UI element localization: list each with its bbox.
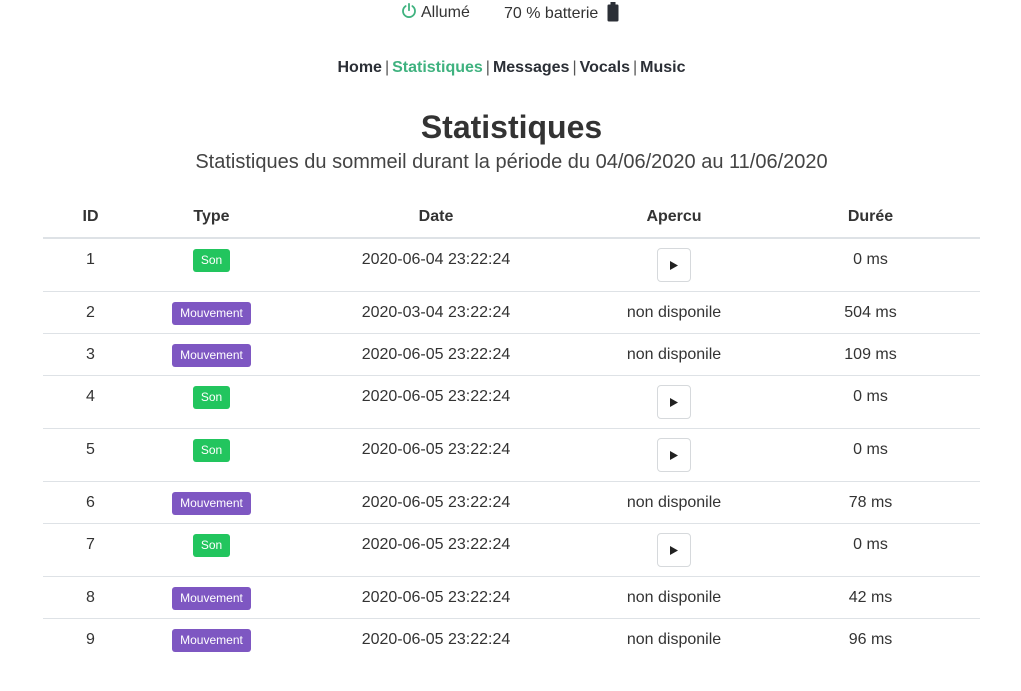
header-date: Date [285,196,587,239]
status-bar: Allumé 70 % batterie [0,0,1021,30]
mouvement-badge: Mouvement [172,492,251,515]
battery-icon [607,2,619,22]
son-badge: Son [192,534,231,557]
cell-type: Mouvement [138,618,285,660]
nav-separator: | [633,59,638,76]
son-badge: Son [192,439,231,462]
cell-date: 2020-06-04 23:22:24 [361,251,511,268]
cell-type: Son [138,523,285,577]
cell-type: Mouvement [138,291,285,334]
table-row: 5 Son 2020-06-05 23:22:24 0 ms [43,428,980,482]
table-header-row: ID Type Date Apercu Durée [43,196,980,239]
play-button[interactable] [657,438,691,472]
cell-date: 2020-06-05 23:22:24 [285,618,587,660]
cell-date: 2020-06-05 23:22:24 [285,375,587,429]
battery-status: 70 % batterie [504,2,619,24]
cell-type: Son [138,375,285,429]
cell-type: Son [138,428,285,482]
cell-type: Mouvement [138,576,285,619]
cell-duree: 0 ms [761,523,980,577]
play-icon [670,450,678,460]
cell-id: 3 [43,333,138,376]
cell-id: 6 [43,481,138,524]
nav-separator: | [485,59,490,76]
cell-id: 4 [43,375,138,429]
table-body: 1 Son 2020-06-04 23:22:24 0 ms 2 Mouvement 202… [43,238,980,660]
cell-duree: 78 ms [761,481,980,524]
cell-id: 1 [86,251,95,268]
cell-date: 2020-06-05 23:22:24 [285,481,587,524]
page-title: Statistiques [420,109,603,145]
play-button[interactable] [657,385,691,419]
cell-apercu: non disponile [587,333,761,376]
header-apercu: Apercu [587,196,761,239]
son-badge: Son [192,249,231,272]
cell-type: Mouvement [138,333,285,376]
nav-separator: | [384,59,390,76]
nav-home[interactable]: Home [337,59,381,76]
table-row: 1 Son 2020-06-04 23:22:24 0 ms [43,238,980,292]
cell-type: Mouvement [138,481,285,524]
cell-duree: 0 ms [761,428,980,482]
power-status: Allumé [400,2,470,22]
cell-date: 2020-03-04 23:22:24 [285,291,587,334]
cell-duree: 504 ms [761,291,980,334]
son-badge: Son [192,386,231,409]
mouvement-badge: Mouvement [172,587,251,610]
play-button[interactable] [657,248,691,282]
cell-id: 8 [43,576,138,619]
cell-duree: 109 ms [761,333,980,376]
cell-apercu [587,523,761,577]
cell-apercu [587,375,761,429]
cell-id: 9 [43,618,138,660]
mouvement-badge: Mouvement [172,302,251,325]
cell-apercu: non disponile [587,618,761,660]
cell-date: 2020-06-05 23:22:24 [285,576,587,619]
nav-music[interactable]: Music [640,59,685,76]
cell-duree: 96 ms [761,618,980,660]
table-row: 7 Son 2020-06-05 23:22:24 0 ms [43,523,980,577]
cell-id: 7 [43,523,138,577]
header-duree: Durée [761,196,980,239]
cell-apercu: non disponile [587,481,761,524]
page-subtitle: Statistiques du sommeil durant la périod… [195,151,828,173]
mouvement-badge: Mouvement [172,344,251,367]
cell-duree: 0 ms [853,251,888,268]
nav-vocals[interactable]: Vocals [580,59,630,76]
cell-date: 2020-06-05 23:22:24 [285,523,587,577]
cell-id: 2 [43,291,138,334]
table-row: 8 Mouvement 2020-06-05 23:22:24 non disponi… [43,576,980,619]
cell-duree: 42 ms [761,576,980,619]
power-icon [402,2,416,18]
table-row: 2 Mouvement 2020-03-04 23:22:24 non disponi… [43,291,980,334]
cell-date: 2020-06-05 23:22:24 [285,428,587,482]
cell-id: 5 [43,428,138,482]
cell-apercu: non disponile [587,291,761,334]
main-nav: Home | Statistiques | Messages | Vocals | Music [0,59,1021,77]
play-icon [670,545,678,555]
table-row: 4 Son 2020-06-05 23:22:24 0 ms [43,375,980,429]
mouvement-badge: Mouvement [172,629,251,652]
cell-apercu: non disponile [587,576,761,619]
play-button[interactable] [657,533,691,567]
table-row: 9 Mouvement 2020-06-05 23:22:24 non disponi… [43,618,980,660]
cell-duree: 0 ms [761,375,980,429]
nav-separator: | [572,59,577,76]
cell-type: Son [138,238,285,292]
play-icon [670,260,678,270]
table-row: 6 Mouvement 2020-06-05 23:22:24 non disponi… [43,481,980,524]
cell-apercu [587,428,761,482]
nav-messages[interactable]: Messages [493,59,570,76]
battery-label: 70 % batterie [504,5,599,22]
play-icon [670,397,678,407]
power-label: Allumé [421,4,470,21]
header-id: ID [43,196,138,239]
statistics-table: ID Type Date Apercu Durée 1 Son 2020-06-04… [43,196,980,660]
table-row: 3 Mouvement 2020-06-05 23:22:24 non disponi… [43,333,980,376]
header-type: Type [138,196,285,239]
cell-date: 2020-06-05 23:22:24 [285,333,587,376]
nav-statistiques[interactable]: Statistiques [392,59,483,76]
cell-apercu [587,238,761,292]
